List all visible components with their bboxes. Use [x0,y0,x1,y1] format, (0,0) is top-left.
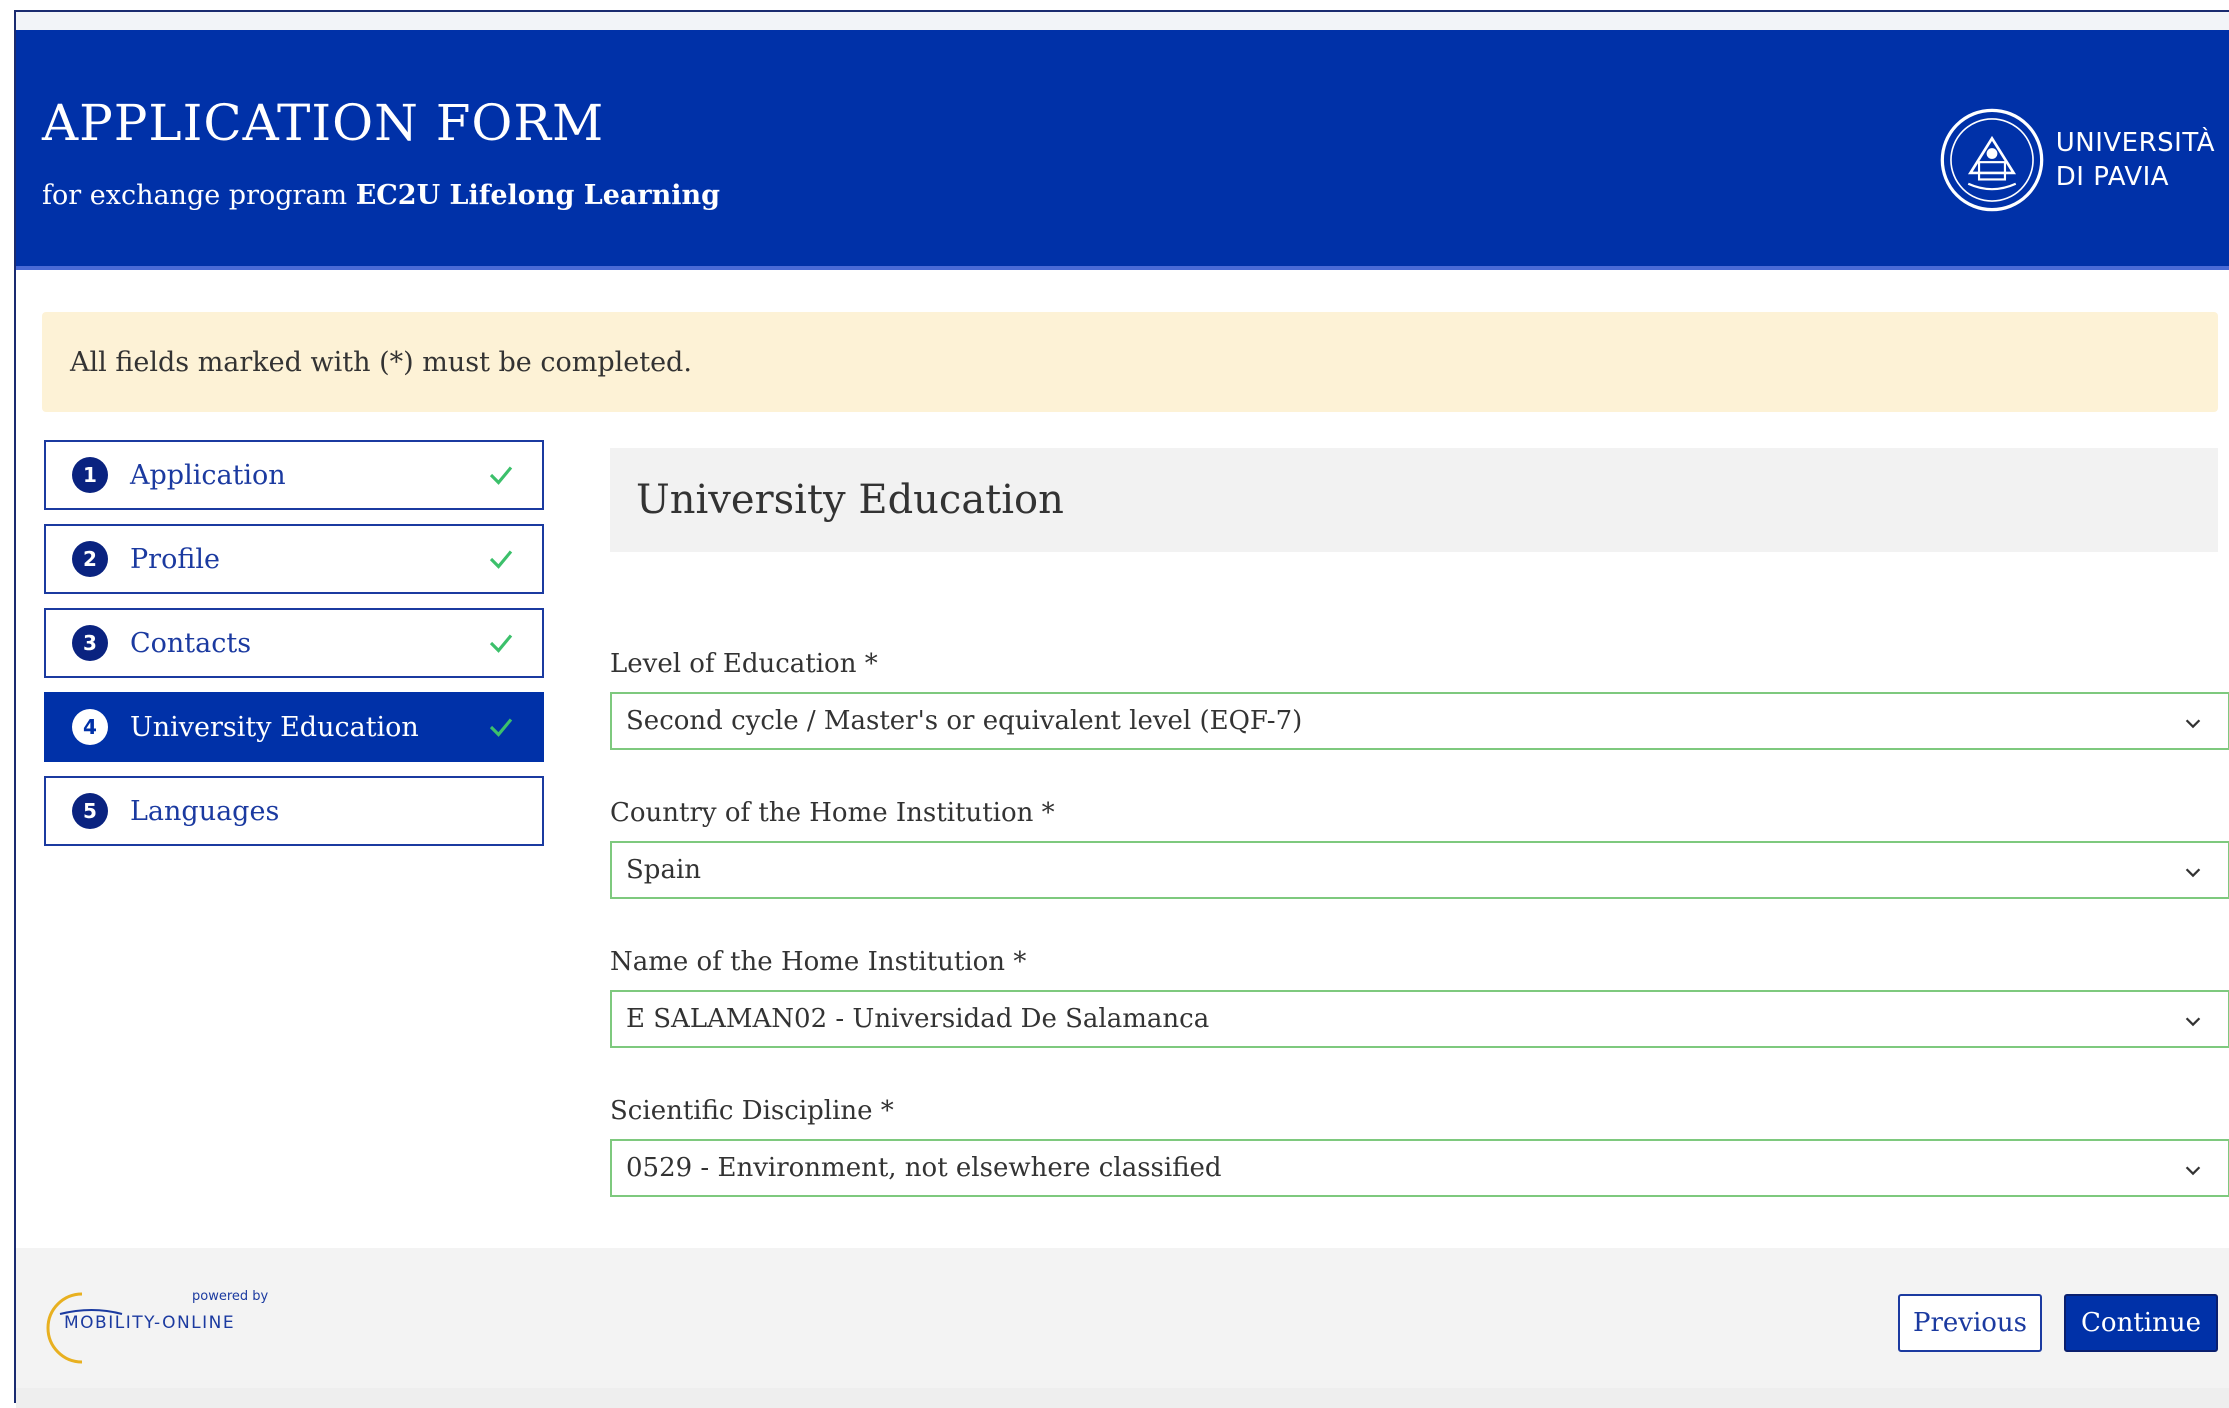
home-institution-value: E SALAMAN02 - Universidad De Salamanca [626,1004,1210,1034]
bottom-strip [16,1388,2229,1408]
step-profile[interactable]: 2 Profile [44,524,544,594]
chevron-down-icon [2185,868,2201,878]
country-field: Country of the Home Institution * Spain [610,793,2229,899]
logo-text: UNIVERSITÀ DI PAVIA [2056,126,2215,194]
step-contacts[interactable]: 3 Contacts [44,608,544,678]
home-institution-field: Name of the Home Institution * E SALAMAN… [610,942,2229,1048]
checkmark-icon [489,634,513,653]
scientific-discipline-label: Scientific Discipline * [610,1096,894,1126]
step-label: Contacts [130,627,252,659]
mobility-online-brand: MOBILITY-ONLINE [64,1313,235,1333]
level-of-education-field: Level of Education * Second cycle / Mast… [610,644,2229,750]
chevron-down-icon [2185,1166,2201,1176]
powered-by-text: powered by [192,1289,269,1304]
step-number: 3 [72,625,108,661]
university-logo: UNIVERSITÀ DI PAVIA [1938,106,2215,214]
page-header: APPLICATION FORM for exchange program EC… [16,30,2229,270]
step-number: 4 [72,709,108,745]
page-title: APPLICATION FORM [42,94,605,152]
scientific-discipline-select[interactable]: 0529 - Environment, not elsewhere classi… [610,1139,2229,1197]
logo-line-1: UNIVERSITÀ [2055,128,2215,158]
step-label: Languages [130,795,280,827]
step-label: Application [130,459,286,491]
level-of-education-select[interactable]: Second cycle / Master's or equivalent le… [610,692,2229,750]
step-application[interactable]: 1 Application [44,440,544,510]
top-strip [16,12,2229,30]
step-university-education[interactable]: 4 University Education [44,692,544,762]
scientific-discipline-field: Scientific Discipline * 0529 - Environme… [610,1091,2229,1197]
university-seal-icon [1940,108,2044,212]
step-label: University Education [130,711,419,743]
step-label: Profile [130,543,220,575]
step-number: 2 [72,541,108,577]
continue-button[interactable]: Continue [2064,1294,2218,1352]
logo-line-2: DI PAVIA [2055,162,2170,192]
checkmark-icon [489,718,513,737]
program-name: EC2U Lifelong Learning [355,180,721,211]
step-languages[interactable]: 5 Languages [44,776,544,846]
step-navigation: 1 Application 2 Profile 3 Contacts 4 Uni… [44,440,544,860]
checkmark-icon [489,550,513,569]
chevron-down-icon [2185,719,2201,729]
application-window: APPLICATION FORM for exchange program EC… [14,10,2229,1408]
chevron-down-icon [2185,1017,2201,1027]
step-number: 1 [72,457,108,493]
mobility-online-logo: powered by MOBILITY-ONLINE [46,1289,269,1364]
level-of-education-value: Second cycle / Master's or equivalent le… [626,706,1303,736]
previous-button[interactable]: Previous [1898,1294,2042,1352]
country-label: Country of the Home Institution * [610,798,1055,828]
home-institution-label: Name of the Home Institution * [610,947,1027,977]
country-value: Spain [626,855,702,885]
page-subtitle: for exchange program EC2U Lifelong Learn… [42,180,720,211]
section-title: University Education [610,448,2218,552]
country-select[interactable]: Spain [610,841,2229,899]
subtitle-prefix: for exchange program [42,180,356,211]
checkmark-icon [489,466,513,485]
step-number: 5 [72,793,108,829]
level-of-education-label: Level of Education * [610,649,878,679]
required-fields-notice: All fields marked with (*) must be compl… [42,312,2218,412]
scientific-discipline-value: 0529 - Environment, not elsewhere classi… [626,1153,1222,1183]
home-institution-select[interactable]: E SALAMAN02 - Universidad De Salamanca [610,990,2229,1048]
form-footer: powered by MOBILITY-ONLINE Previous Cont… [16,1248,2229,1388]
